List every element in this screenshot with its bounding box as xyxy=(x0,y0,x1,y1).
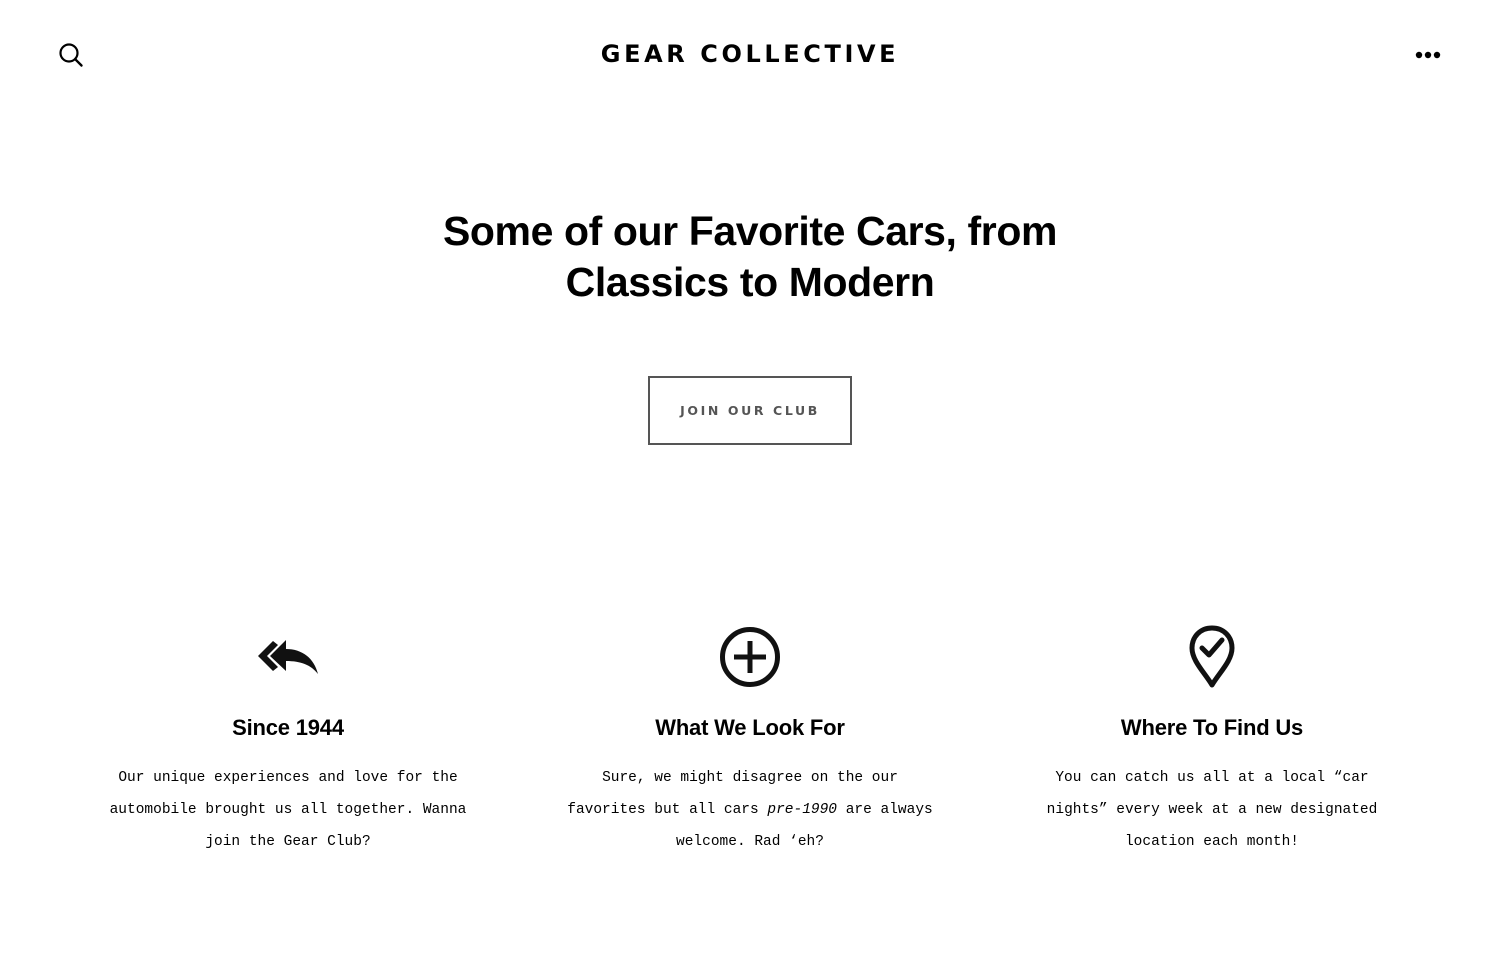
feature-text-line: Our unique experiences and love for the xyxy=(118,770,458,786)
feature-text-segment: favorites but all cars xyxy=(567,802,768,818)
search-icon xyxy=(59,43,83,67)
menu-button[interactable] xyxy=(1412,40,1444,70)
feature-since-1944: Since 1944 Our unique experiences and lo… xyxy=(88,622,488,858)
feature-icon-wrapper xyxy=(1012,622,1412,692)
more-horizontal-icon xyxy=(1415,51,1441,59)
plus-circle-icon xyxy=(720,627,780,687)
feature-text-line: automobile brought us all together. Wann… xyxy=(109,802,467,818)
hero-heading-line: Some of our Favorite Cars, from xyxy=(442,208,1058,254)
feature-icon-wrapper xyxy=(550,622,950,692)
feature-text-line: You can catch us all at a local “car xyxy=(1055,770,1369,786)
feature-text-emphasis: pre-1990 xyxy=(767,802,838,818)
feature-where-to-find-us: Where To Find Us You can catch us all at… xyxy=(1012,622,1412,858)
reply-all-icon xyxy=(258,640,318,674)
feature-text-line: join the Gear Club? xyxy=(205,834,371,850)
feature-text-line: welcome. Rad ‘eh? xyxy=(676,834,824,850)
join-club-button[interactable]: JOIN OUR CLUB xyxy=(648,376,852,445)
feature-description: You can catch us all at a local “car nig… xyxy=(1022,762,1402,858)
map-pin-check-icon xyxy=(1189,625,1235,688)
search-button[interactable] xyxy=(56,40,86,70)
feature-text-line: location each month! xyxy=(1124,834,1300,850)
page: GEAR COLLECTIVE Some of our Favorite Car… xyxy=(0,0,1500,960)
hero-heading: Some of our Favorite Cars, from Classics… xyxy=(400,206,1100,308)
site-title[interactable]: GEAR COLLECTIVE xyxy=(601,40,899,68)
feature-title: Since 1944 xyxy=(232,715,344,740)
feature-text-segment: are always xyxy=(837,802,933,818)
feature-title: Where To Find Us xyxy=(1120,715,1304,740)
feature-title: What We Look For xyxy=(655,715,845,740)
hero-heading-line: Classics to Modern xyxy=(565,259,935,305)
feature-description: Sure, we might disagree on the our favor… xyxy=(560,762,940,858)
site-title-container: GEAR COLLECTIVE xyxy=(0,38,1500,70)
feature-text-line: Sure, we might disagree on the our xyxy=(602,770,898,786)
feature-icon-wrapper xyxy=(88,622,488,692)
feature-what-we-look-for: What We Look For Sure, we might disagree… xyxy=(550,622,950,858)
feature-text-line: favorites but all cars pre-1990 are alwa… xyxy=(560,794,940,826)
feature-description: Our unique experiences and love for the … xyxy=(98,762,478,858)
feature-text-line: nights” every week at a new designated xyxy=(1046,802,1378,818)
